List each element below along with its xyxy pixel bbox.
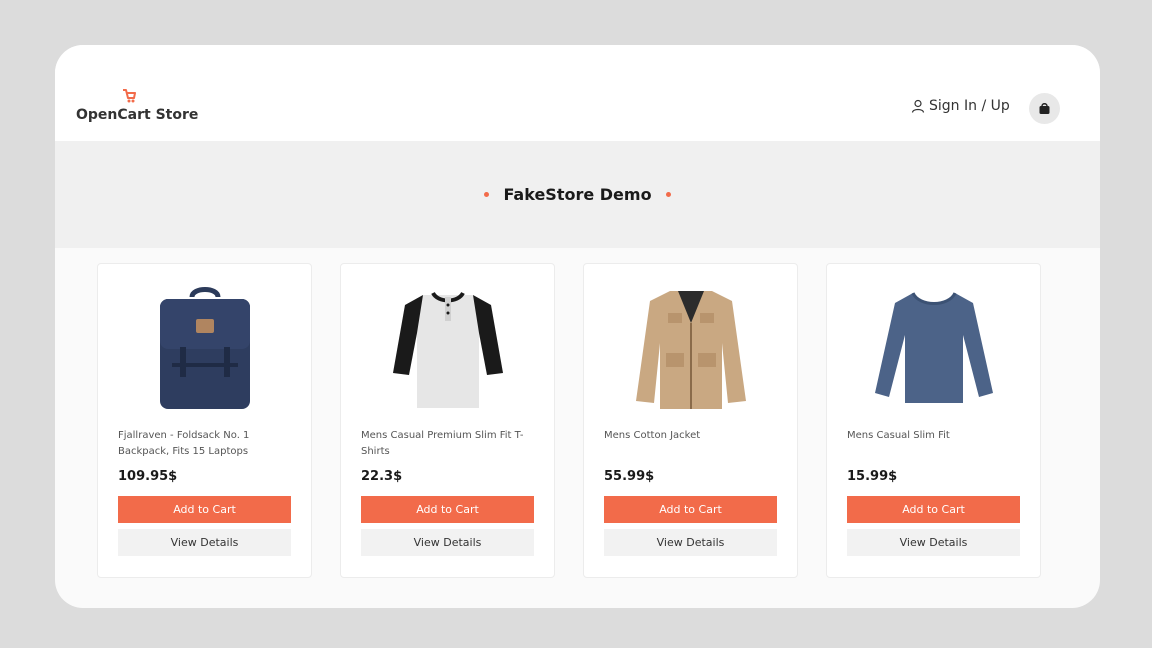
user-icon (911, 99, 925, 113)
product-title[interactable]: Mens Cotton Jacket (604, 428, 779, 444)
product-price: 109.95$ (118, 469, 178, 484)
view-details-button[interactable]: View Details (604, 529, 777, 556)
product-title[interactable]: Mens Casual Slim Fit (847, 428, 1022, 444)
product-title[interactable]: Mens Casual Premium Slim Fit T-Shirts (361, 428, 536, 460)
signin-link[interactable]: Sign In / Up (911, 98, 1010, 114)
add-to-cart-button[interactable]: Add to Cart (361, 496, 534, 523)
product-image[interactable] (847, 278, 1021, 418)
logo-text[interactable]: OpenCart Store (76, 107, 198, 123)
add-to-cart-button[interactable]: Add to Cart (118, 496, 291, 523)
product-title[interactable]: Fjallraven - Foldsack No. 1 Backpack, Fi… (118, 428, 293, 460)
product-image[interactable] (604, 278, 778, 418)
view-details-button[interactable]: View Details (361, 529, 534, 556)
product-card: Mens Casual Premium Slim Fit T-Shirts 22… (340, 263, 555, 578)
cart-button[interactable] (1029, 93, 1060, 124)
product-image[interactable] (118, 278, 292, 418)
app-window: OpenCart Store Sign In / Up FakeStore De… (55, 45, 1100, 608)
page-banner: FakeStore Demo (55, 141, 1100, 248)
product-image[interactable] (361, 278, 535, 418)
page-title: FakeStore Demo (503, 185, 652, 204)
view-details-button[interactable]: View Details (847, 529, 1020, 556)
view-details-button[interactable]: View Details (118, 529, 291, 556)
header: OpenCart Store Sign In / Up (55, 45, 1100, 141)
signin-label: Sign In / Up (929, 98, 1010, 114)
product-price: 55.99$ (604, 469, 655, 484)
add-to-cart-button[interactable]: Add to Cart (604, 496, 777, 523)
product-price: 15.99$ (847, 469, 898, 484)
jacket-icon (636, 291, 746, 409)
backpack-icon (160, 287, 250, 409)
shopping-bag-icon (1039, 103, 1050, 114)
product-card: Mens Casual Slim Fit 15.99$ Add to Cart … (826, 263, 1041, 578)
add-to-cart-button[interactable]: Add to Cart (847, 496, 1020, 523)
product-price: 22.3$ (361, 469, 403, 484)
product-grid: Fjallraven - Foldsack No. 1 Backpack, Fi… (97, 263, 1041, 578)
banner-dot-left (484, 192, 490, 197)
product-card: Mens Cotton Jacket 55.99$ Add to Cart Vi… (583, 263, 798, 578)
tshirt-icon (393, 291, 503, 408)
banner-dot-right (665, 192, 671, 197)
cart-logo-icon (123, 89, 136, 103)
longsleeve-icon (875, 292, 993, 403)
product-card: Fjallraven - Foldsack No. 1 Backpack, Fi… (97, 263, 312, 578)
